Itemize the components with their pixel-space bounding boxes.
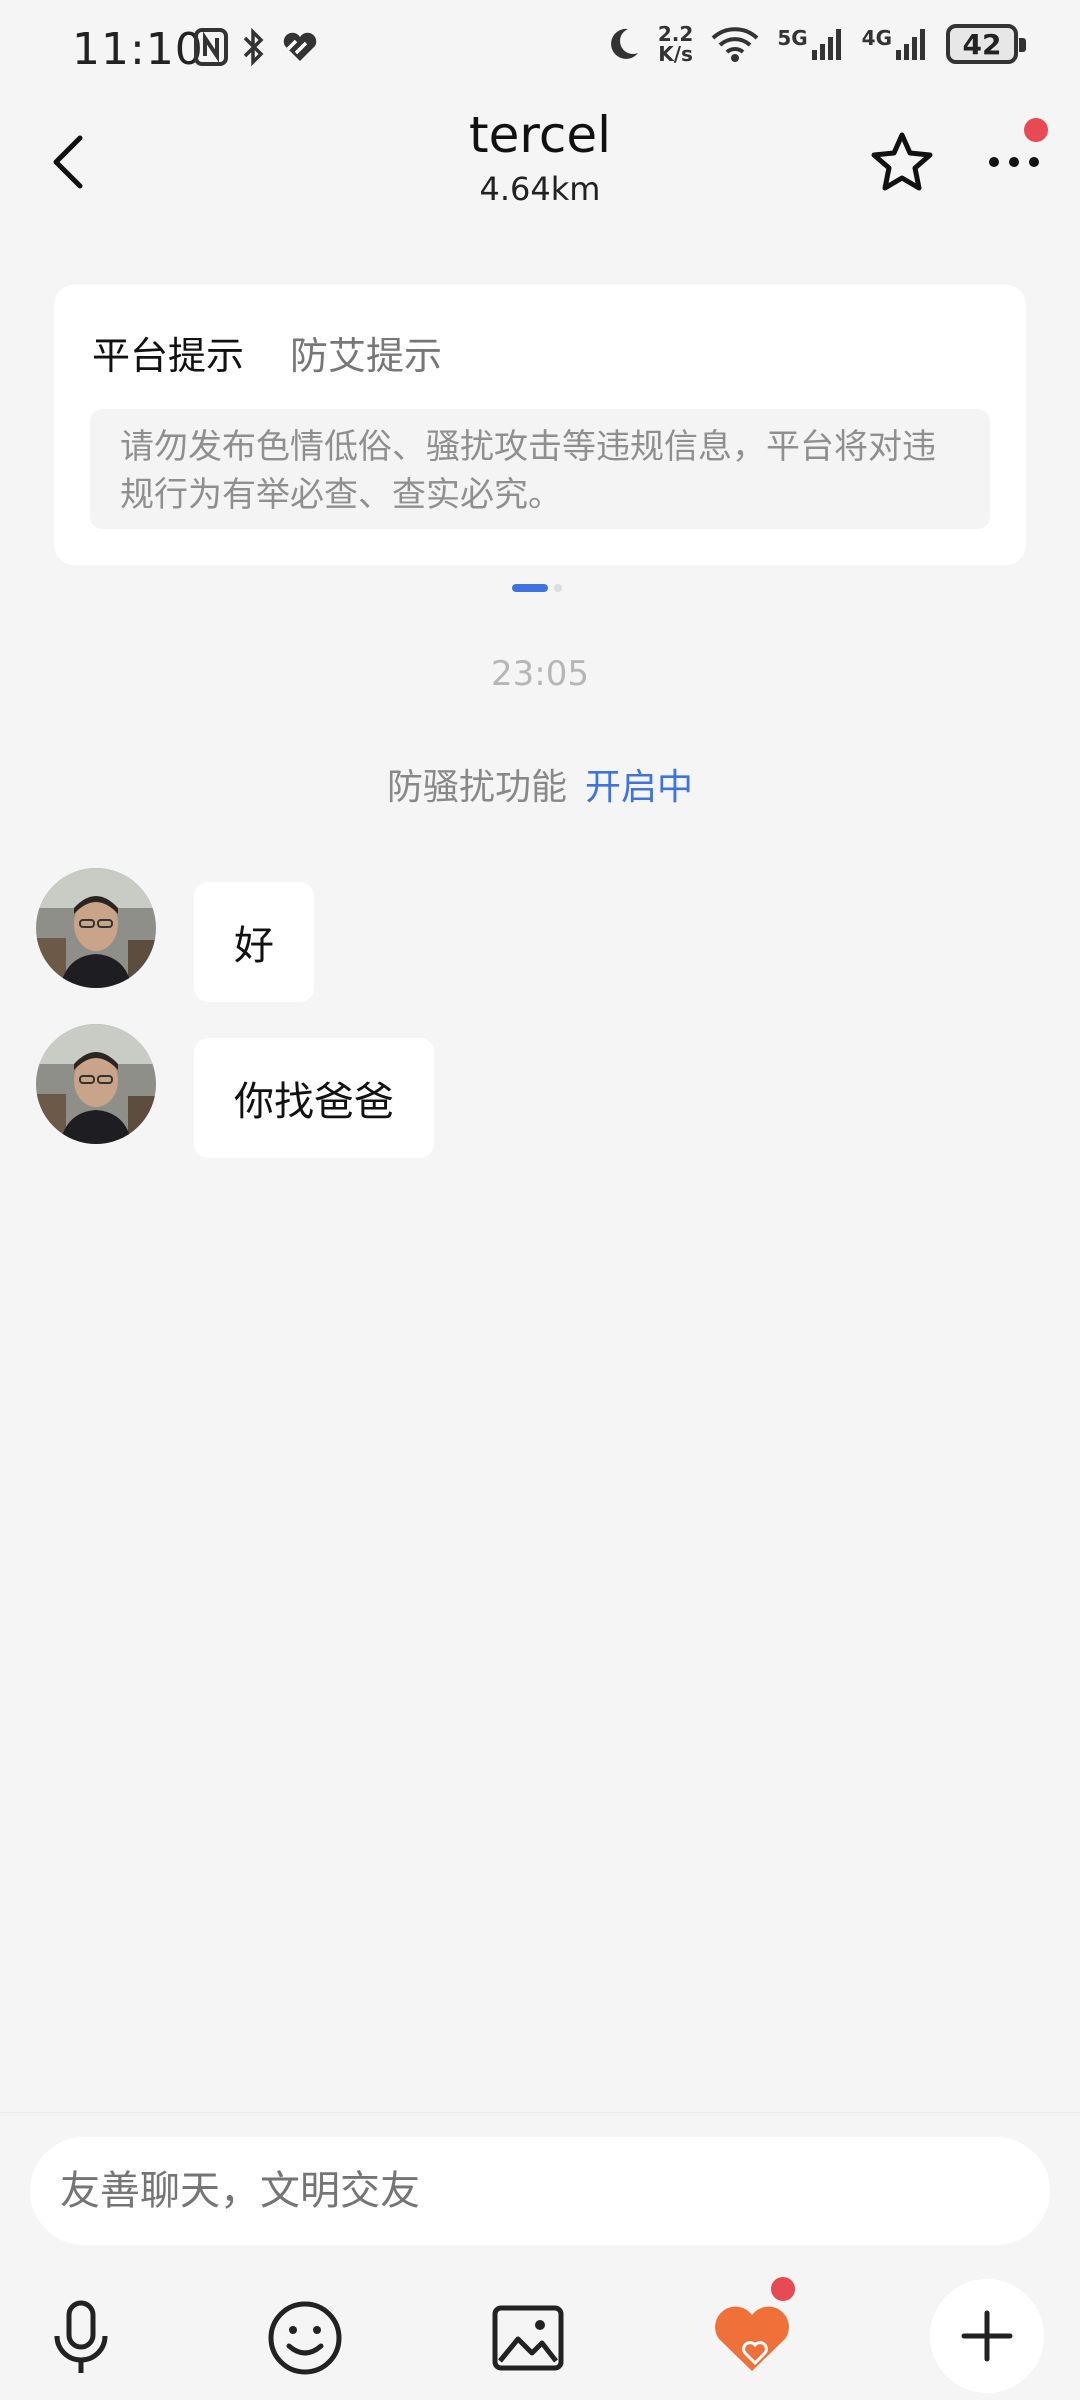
message-bubble[interactable]: 好 [194,882,314,1002]
message-row: 你找爸爸 [36,1024,434,1158]
more-button[interactable] [974,118,1054,202]
net-4g-label: 4G [861,26,892,50]
more-dots-icon [989,157,1039,167]
smiley-icon [268,2301,342,2375]
avatar[interactable] [36,1024,156,1144]
avatar-image [36,1024,156,1144]
star-icon [871,132,933,191]
chevron-left-icon [53,135,83,189]
status-left-icons [194,28,320,66]
favorite-button[interactable] [862,122,942,202]
battery-level: 42 [962,27,1002,61]
signal-bars-icon [896,29,925,60]
platform-notice-card: 平台提示 防艾提示 请勿发布色情低俗、骚扰攻击等违规信息，平台将对违规行为有举必… [54,285,1026,565]
voice-button[interactable] [26,2283,136,2393]
message-bubble[interactable]: 你找爸爸 [194,1038,434,1158]
anti-harassment-toggle-link[interactable]: 开启中 [585,767,693,808]
more-actions-button[interactable] [930,2279,1044,2393]
anti-harassment-label: 防骚扰功能 [386,767,567,808]
bluetooth-icon [243,28,264,66]
contact-distance: 4.64km [479,170,601,208]
gift-heart-button[interactable] [697,2277,807,2393]
heart-icon [715,2306,789,2371]
chat-header: tercel 4.64km [0,100,1080,250]
notification-dot [1024,118,1048,142]
speed-value: 2.2 [657,22,694,46]
status-time: 11:10 [72,24,204,75]
network-speed: 2.2 K/s [658,24,693,64]
pager-dot [554,584,562,592]
message-timestamp: 23:05 [491,654,589,694]
wifi-icon [711,27,759,62]
net-5g-label: 5G [777,26,808,50]
composer-area [0,2112,1080,2400]
status-bar: 11:10 2.2 K/s 5G 4G 42 [0,0,1080,100]
contact-name: tercel [469,106,611,164]
nfc-icon [194,28,228,66]
pager-dot-active [512,584,548,592]
header-title-group: tercel 4.64km [290,106,790,208]
notice-text: 请勿发布色情低俗、骚扰攻击等违规信息，平台将对违规行为有举必查、查实必究。 [90,409,990,529]
emoji-button[interactable] [250,2283,360,2393]
notice-pager [512,584,562,592]
anti-harassment-status: 防骚扰功能 开启中 [0,758,1080,810]
avatar[interactable] [36,868,156,988]
microphone-icon [54,2300,108,2373]
image-icon [492,2305,564,2371]
status-right-icons: 2.2 K/s 5G 4G 42 [604,24,1026,64]
health-icon [283,32,317,61]
plus-circle [930,2279,1044,2393]
notice-tabs: 平台提示 防艾提示 [92,325,442,380]
signal-5g: 5G [777,26,845,62]
notification-dot [771,2277,795,2301]
message-row: 好 [36,868,314,1002]
tab-platform-notice[interactable]: 平台提示 [92,325,244,380]
back-button[interactable] [28,122,108,202]
signal-4g: 4G [862,26,930,62]
speed-unit: K/s [658,42,693,66]
moon-icon [610,28,638,59]
battery-indicator: 42 [946,24,1026,64]
message-input[interactable] [30,2137,1050,2245]
tab-aids-prevention[interactable]: 防艾提示 [290,325,442,380]
signal-bars-icon [811,29,841,60]
composer-toolbar [0,2277,1080,2393]
chat-screen: 11:10 2.2 K/s 5G 4G 42 tercel 4.64km 平台提… [0,0,1080,2400]
avatar-image [36,868,156,988]
image-button[interactable] [473,2283,583,2393]
plus-icon [961,2310,1013,2362]
